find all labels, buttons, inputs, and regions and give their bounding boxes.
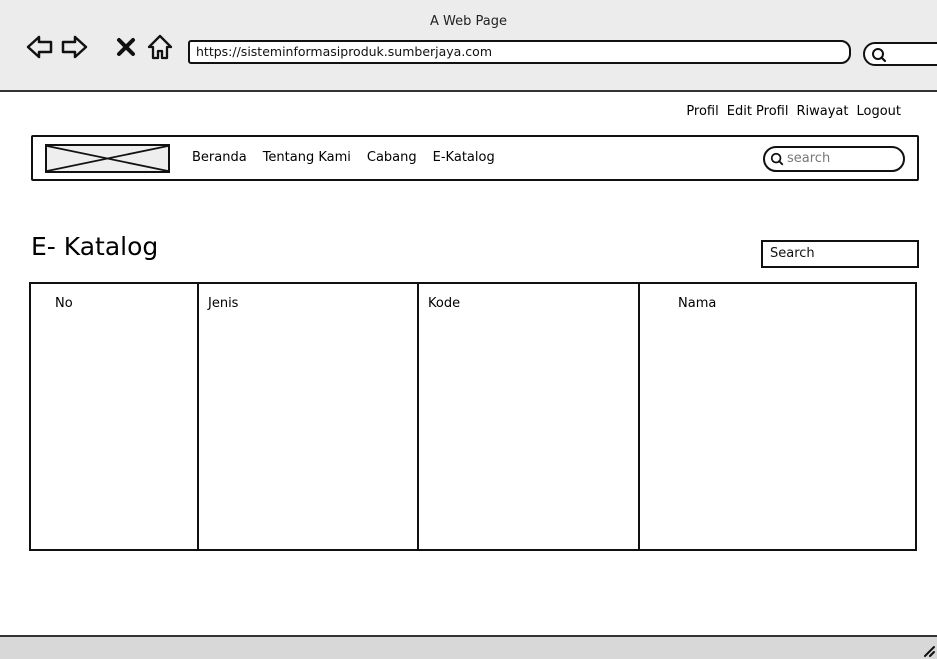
resize-grip-icon[interactable] xyxy=(921,643,935,657)
browser-search-button[interactable] xyxy=(863,42,937,66)
back-arrow-icon[interactable] xyxy=(26,33,54,61)
column-header-jenis: Jenis xyxy=(208,296,239,311)
user-menu: Profil Edit Profil Riwayat Logout xyxy=(686,104,901,119)
column-jenis: Jenis xyxy=(199,284,419,549)
column-header-no: No xyxy=(55,296,73,311)
browser-chrome: A Web Page https://sisteminformasiproduk… xyxy=(0,0,937,92)
column-nama: Nama xyxy=(640,284,915,549)
nav-link-tentang-kami[interactable]: Tentang Kami xyxy=(263,150,351,165)
navbar: Beranda Tentang Kami Cabang E-Katalog se… xyxy=(31,135,919,181)
nav-link-e-katalog[interactable]: E-Katalog xyxy=(433,150,495,165)
column-kode: Kode xyxy=(419,284,640,549)
status-bar xyxy=(0,635,937,659)
nav-link-beranda[interactable]: Beranda xyxy=(192,150,247,165)
nav-search-placeholder: search xyxy=(787,151,831,166)
catalog-table: No Jenis Kode Nama xyxy=(29,282,917,551)
column-header-nama: Nama xyxy=(678,296,717,311)
catalog-search-input[interactable]: Search xyxy=(761,240,919,268)
nav-search-input[interactable]: search xyxy=(763,146,905,172)
nav-links: Beranda Tentang Kami Cabang E-Katalog xyxy=(192,150,495,165)
home-icon[interactable] xyxy=(146,33,174,61)
search-icon xyxy=(770,152,784,166)
search-icon xyxy=(872,48,887,63)
logo-image-placeholder[interactable] xyxy=(45,144,170,173)
profil-link[interactable]: Profil xyxy=(686,104,718,119)
edit-profil-link[interactable]: Edit Profil xyxy=(727,104,789,119)
window-title: A Web Page xyxy=(430,14,507,29)
column-header-kode: Kode xyxy=(428,296,461,311)
close-icon[interactable] xyxy=(113,33,141,61)
forward-arrow-icon[interactable] xyxy=(60,33,88,61)
riwayat-link[interactable]: Riwayat xyxy=(796,104,848,119)
page-title: E- Katalog xyxy=(31,232,159,261)
url-bar[interactable]: https://sisteminformasiproduk.sumberjaya… xyxy=(188,40,851,64)
nav-link-cabang[interactable]: Cabang xyxy=(367,150,417,165)
column-no: No xyxy=(31,284,199,549)
logout-link[interactable]: Logout xyxy=(856,104,901,119)
